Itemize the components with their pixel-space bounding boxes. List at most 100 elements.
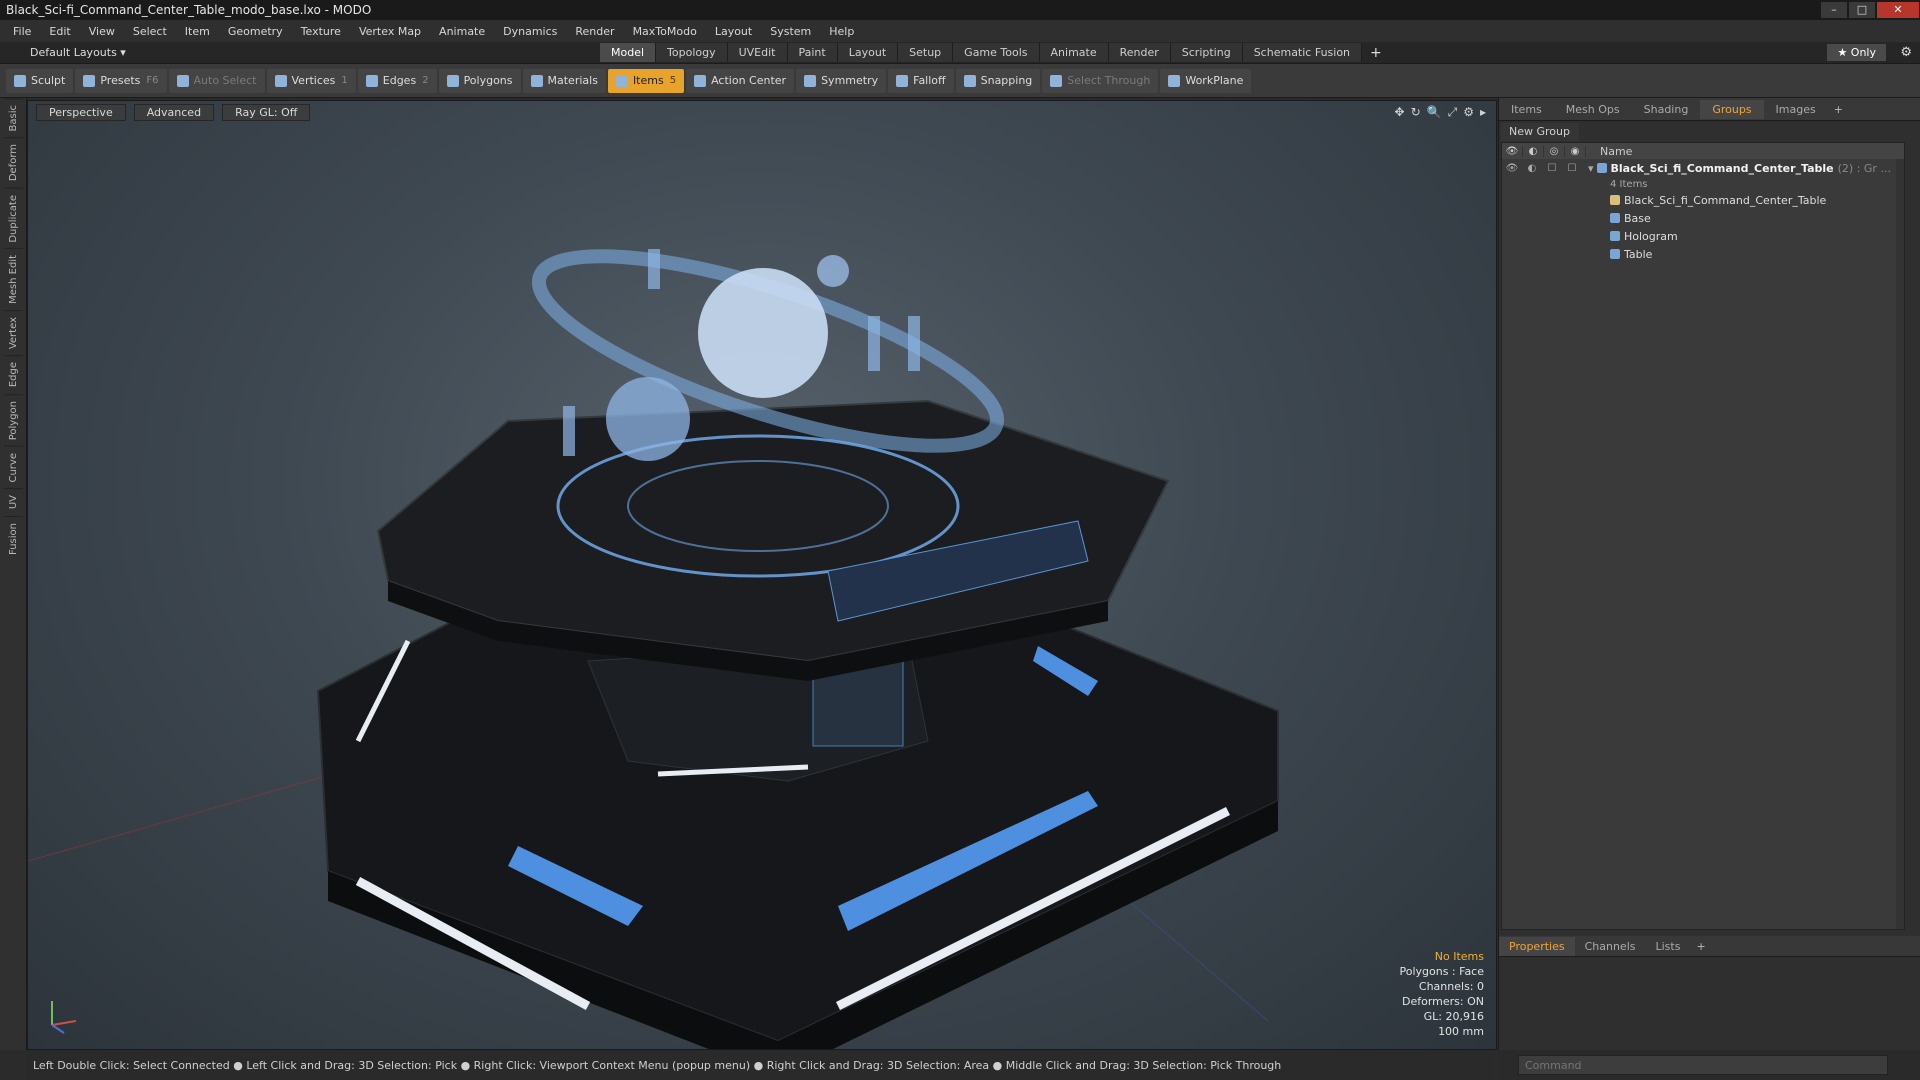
default-layouts-dropdown[interactable]: Default Layouts ▾ — [30, 46, 600, 59]
left-tab-basic[interactable]: Basic — [3, 98, 23, 138]
menu-texture[interactable]: Texture — [292, 25, 350, 38]
menu-geometry[interactable]: Geometry — [219, 25, 292, 38]
menu-layout[interactable]: Layout — [706, 25, 761, 38]
lock-column-icon[interactable]: ◎ — [1544, 145, 1565, 157]
left-tab-deform[interactable]: Deform — [3, 137, 23, 188]
menu-maxtomodo[interactable]: MaxToModo — [624, 25, 706, 38]
minimize-button[interactable]: – — [1821, 2, 1847, 18]
left-tab-edge[interactable]: Edge — [3, 355, 23, 394]
polygons-button[interactable]: Polygons — [438, 68, 521, 93]
tab-lists[interactable]: Lists — [1646, 937, 1691, 956]
left-tab-uv[interactable]: UV — [3, 488, 23, 516]
left-tab-mesh-edit[interactable]: Mesh Edit — [3, 248, 23, 311]
select-toggle-icon[interactable]: ☐ — [1562, 163, 1582, 174]
menu-help[interactable]: Help — [820, 25, 863, 38]
tab-topology[interactable]: Topology — [656, 43, 728, 62]
viewport-settings-icon[interactable]: ⚙ — [1463, 105, 1474, 120]
menu-vertex-map[interactable]: Vertex Map — [350, 25, 430, 38]
sculpt-button[interactable]: Sculpt — [6, 68, 74, 93]
tab-uvedit[interactable]: UVEdit — [727, 43, 788, 62]
tab-shading[interactable]: Shading — [1632, 100, 1701, 119]
select-through-button[interactable]: Select Through — [1042, 68, 1159, 93]
visibility-column-eye-icon[interactable]: 👁 — [1502, 145, 1523, 157]
render-toggle-icon[interactable]: ◐ — [1522, 163, 1542, 174]
group-row[interactable]: 👁 ◐ ☐ ☐ ▾ Black_Sci_fi_Command_Center_Ta… — [1502, 159, 1904, 177]
close-button[interactable]: ✕ — [1877, 2, 1919, 18]
presets-button[interactable]: Presets F6 — [75, 68, 167, 93]
fit-view-icon[interactable]: ⤢ — [1448, 105, 1458, 120]
advanced-shading-button[interactable]: Advanced — [133, 103, 215, 121]
menu-select[interactable]: Select — [124, 25, 176, 38]
symmetry-button[interactable]: Symmetry — [796, 68, 887, 93]
menu-system[interactable]: System — [761, 25, 820, 38]
viewport-header: Perspective Advanced Ray GL: Off — [28, 101, 1496, 123]
auto-select-button[interactable]: Auto Select — [168, 68, 265, 93]
group-child-row[interactable]: Black_Sci_fi_Command_Center_Table — [1502, 191, 1904, 209]
tab-schematic-fusion[interactable]: Schematic Fusion — [1242, 43, 1363, 62]
tab-items[interactable]: Items — [1499, 100, 1554, 119]
tab-images[interactable]: Images — [1764, 100, 1828, 119]
action-center-label: Action Center — [711, 74, 787, 87]
menu-item[interactable]: Item — [176, 25, 219, 38]
add-properties-tab-button[interactable]: + — [1690, 940, 1711, 953]
tab-scripting[interactable]: Scripting — [1170, 43, 1243, 62]
menu-view[interactable]: View — [80, 25, 124, 38]
ray-gl-toggle-button[interactable]: Ray GL: Off — [222, 103, 311, 121]
gear-icon[interactable]: ⚙ — [1900, 45, 1912, 60]
groups-list-scrollbar[interactable] — [1896, 159, 1904, 929]
tab-groups[interactable]: Groups — [1700, 99, 1764, 119]
group-child-row[interactable]: Table — [1502, 245, 1904, 263]
viewport-more-icon[interactable]: ▸ — [1480, 105, 1486, 120]
menu-render[interactable]: Render — [566, 25, 623, 38]
left-tab-polygon[interactable]: Polygon — [3, 393, 23, 446]
items-button[interactable]: Items 5 — [607, 68, 685, 93]
perspective-view-button[interactable]: Perspective — [36, 103, 126, 121]
tab-model[interactable]: Model — [600, 43, 657, 62]
zoom-icon[interactable]: 🔍 — [1427, 105, 1442, 120]
snapping-button[interactable]: Snapping — [955, 68, 1041, 93]
materials-button[interactable]: Materials — [522, 68, 606, 93]
vertices-button[interactable]: Vertices 1 — [266, 68, 356, 93]
lock-toggle-icon[interactable]: ☐ — [1542, 163, 1562, 174]
menu-dynamics[interactable]: Dynamics — [494, 25, 566, 38]
menu-edit[interactable]: Edit — [40, 25, 79, 38]
new-group-button[interactable]: New Group — [1501, 123, 1579, 141]
group-child-row[interactable]: Hologram — [1502, 227, 1904, 245]
left-tab-vertex[interactable]: Vertex — [3, 310, 23, 356]
left-tab-fusion[interactable]: Fusion — [3, 515, 23, 561]
add-layout-tab-button[interactable]: + — [1362, 45, 1390, 61]
tab-animate[interactable]: Animate — [1039, 43, 1109, 62]
eye-icon[interactable]: 👁 — [1502, 163, 1522, 174]
left-tab-duplicate[interactable]: Duplicate — [3, 187, 23, 249]
select-column-icon[interactable]: ◉ — [1565, 145, 1586, 157]
tab-layout[interactable]: Layout — [837, 43, 899, 62]
menu-animate[interactable]: Animate — [430, 25, 494, 38]
snapping-label: Snapping — [980, 74, 1033, 87]
3d-viewport[interactable]: Perspective Advanced Ray GL: Off ✥ ↻ 🔍 ⤢… — [27, 100, 1497, 1050]
pan-icon[interactable]: ✥ — [1395, 105, 1405, 120]
tab-properties[interactable]: Properties — [1499, 936, 1575, 956]
child-name: Black_Sci_fi_Command_Center_Table — [1624, 193, 1827, 207]
group-child-row[interactable]: Base — [1502, 209, 1904, 227]
tab-mesh-ops[interactable]: Mesh Ops — [1554, 100, 1632, 119]
action-center-button[interactable]: Action Center — [686, 68, 795, 93]
menu-file[interactable]: File — [4, 25, 40, 38]
collapse-arrow-icon[interactable]: ▾ — [1588, 162, 1594, 175]
tab-paint[interactable]: Paint — [787, 43, 838, 62]
tab-channels[interactable]: Channels — [1575, 937, 1646, 956]
maximize-button[interactable]: □ — [1849, 2, 1875, 18]
command-input[interactable] — [1518, 1055, 1888, 1075]
tab-setup[interactable]: Setup — [898, 43, 954, 62]
left-tab-curve[interactable]: Curve — [3, 445, 23, 489]
rotate-icon[interactable]: ↻ — [1411, 105, 1421, 120]
falloff-button[interactable]: Falloff — [888, 68, 954, 93]
edges-button[interactable]: Edges 2 — [357, 68, 437, 93]
workplane-button[interactable]: WorkPlane — [1160, 68, 1252, 93]
tab-game-tools[interactable]: Game Tools — [953, 43, 1040, 62]
tab-render[interactable]: Render — [1108, 43, 1171, 62]
items-icon — [615, 74, 628, 87]
child-name: Table — [1624, 247, 1653, 261]
render-column-icon[interactable]: ◐ — [1523, 145, 1544, 157]
add-panel-tab-button[interactable]: + — [1828, 103, 1849, 116]
only-toggle-button[interactable]: ★ Only — [1827, 44, 1886, 61]
